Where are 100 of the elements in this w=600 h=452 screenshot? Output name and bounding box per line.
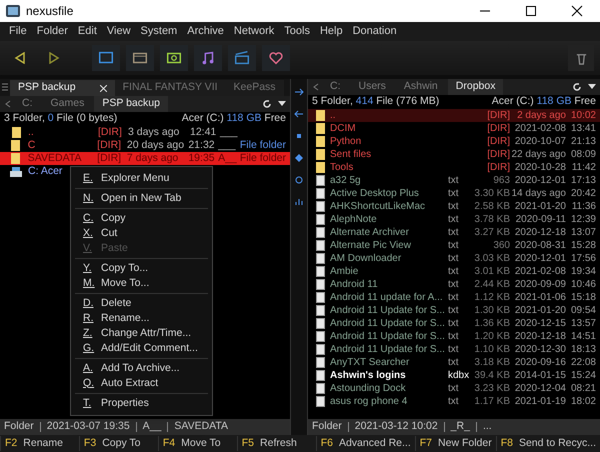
modified-date: 2021-02-08	[514, 265, 566, 278]
status-text: _R_	[450, 419, 470, 434]
modified-time: 13:57	[570, 317, 596, 330]
modified-date: 2020-10-28	[514, 161, 566, 174]
modified-date: 2020-09-11	[514, 213, 566, 226]
modified-time: 11:36	[570, 200, 596, 213]
modified-time: 14:51	[570, 330, 596, 343]
modified-date: 2021-01-20	[514, 200, 566, 213]
modified-time: 19:35	[188, 152, 216, 165]
modified-time: 17:56	[570, 252, 596, 265]
file-size: 3.30 KB	[473, 187, 510, 200]
modified-time: 18:02	[570, 395, 596, 408]
modified-date: 2020-12-15	[514, 317, 566, 330]
modified-time: 18:13	[570, 343, 596, 356]
modified-date: 22 days ago	[510, 148, 566, 161]
modified-date: 2021-01-20	[514, 304, 566, 317]
modified-date: 2020-09-09	[514, 278, 566, 291]
modified-time: 21:13	[570, 135, 596, 148]
dir-tag: [DIR]	[98, 126, 128, 139]
file-size: [DIR]	[486, 122, 510, 135]
folder-summary: 3 Folder, 0 File (0 bytes)	[4, 111, 118, 126]
file-extension: kdbx	[448, 369, 470, 382]
dir-tag: [DIR]	[97, 139, 127, 152]
file-size: 3.03 KB	[473, 252, 510, 265]
modified-time: 20:42	[570, 187, 596, 200]
file-extension: txt	[448, 330, 460, 343]
modified-time: 15:18	[570, 291, 596, 304]
file-size: 1.12 KB	[473, 291, 510, 304]
file-extension: txt	[448, 343, 460, 356]
modified-date: 2020-12-18	[514, 226, 566, 239]
file-extension: txt	[448, 187, 460, 200]
file-extension: txt	[448, 291, 460, 304]
file-extension: txt	[448, 200, 460, 213]
file-name: Active Desktop Plus	[330, 187, 420, 200]
modified-date: 2020-09-16	[514, 356, 566, 369]
modified-time: 09:54	[570, 304, 596, 317]
file-extension: txt	[448, 226, 460, 239]
modified-date: 2014-01-15	[514, 369, 566, 382]
file-name: Ambie	[330, 265, 360, 278]
file-name: AlephNote	[330, 213, 378, 226]
status-text: Folder	[4, 419, 34, 434]
modified-date: 2020-10-07	[514, 135, 566, 148]
modified-date: 2 days ago	[516, 109, 566, 122]
file-size: 1.10 KB	[473, 343, 510, 356]
modified-time: 15:24	[570, 369, 596, 382]
file-name: SAVEDATA	[28, 152, 82, 165]
file-name: AM Downloader	[330, 252, 402, 265]
file-extension: txt	[448, 356, 460, 369]
modified-date: 14 days ago	[510, 187, 566, 200]
modified-time: 11:42	[570, 161, 596, 174]
modified-date: 2021-02-08	[514, 122, 566, 135]
modified-time: 12:39	[570, 213, 596, 226]
modified-time: 12:41	[190, 126, 218, 139]
file-name: AnyTXT Searcher	[330, 356, 410, 369]
file-name: Sent files	[330, 148, 372, 161]
file-size: 2.44 KB	[473, 278, 510, 291]
file-name: Android 11 Update for S...	[330, 304, 446, 317]
attributes: ___	[220, 126, 239, 139]
modified-date: 2020-12-01	[514, 174, 566, 187]
modified-date: 2020-12-01	[514, 252, 566, 265]
window-title: nexusfile	[26, 3, 74, 20]
file-name: Ashwin's logins	[330, 369, 407, 382]
file-size: [DIR]	[486, 161, 510, 174]
modified-date: 2020-12-04	[514, 382, 566, 395]
file-name: Android 11 update for A...	[330, 291, 444, 304]
status-text: ...	[482, 419, 492, 434]
file-name: Alternate Archiver	[330, 226, 410, 239]
status-text: 2021-03-07 19:35	[46, 419, 130, 434]
modified-date: 20 days ago	[126, 139, 186, 152]
modified-date: 2020-12-18	[514, 330, 566, 343]
file-size: 1.17 KB	[473, 395, 510, 408]
file-name: asus rog phone 4	[330, 395, 408, 408]
modified-date: 2021-01-06	[514, 291, 566, 304]
free-space: Acer (C:) 118 GB Free	[182, 111, 286, 126]
modified-date: 7 days ago	[126, 152, 180, 165]
file-size: 1.30 KB	[473, 304, 510, 317]
file-name: DCIM	[330, 122, 357, 135]
file-type: File folder	[240, 139, 286, 152]
file-extension: txt	[448, 252, 460, 265]
file-extension: txt	[448, 382, 460, 395]
file-size: 360	[492, 239, 510, 252]
file-name: a32 5g	[330, 174, 362, 187]
modified-time: 22:08	[570, 356, 596, 369]
modified-time: 19:34	[570, 265, 596, 278]
file-extension: txt	[448, 213, 460, 226]
file-size: 3.18 KB	[473, 356, 510, 369]
dir-tag: [DIR]	[97, 152, 127, 165]
file-name: AHKShortcutLikeMac	[330, 200, 426, 213]
modified-date: 2021-01-19	[514, 395, 566, 408]
file-extension: txt	[448, 239, 460, 252]
modified-time: 10:02	[570, 109, 596, 122]
file-type: File folder	[240, 152, 286, 165]
file-extension: txt	[448, 304, 460, 317]
attributes: ___	[218, 139, 237, 152]
file-size: 1.36 KB	[473, 317, 510, 330]
file-name: Android 11 Update for S...	[330, 317, 446, 330]
file-extension: txt	[448, 317, 460, 330]
file-name: Android 11 Update for S...	[330, 330, 446, 343]
modified-date: 3 days ago	[128, 126, 180, 139]
modified-time: 08:09	[570, 148, 596, 161]
